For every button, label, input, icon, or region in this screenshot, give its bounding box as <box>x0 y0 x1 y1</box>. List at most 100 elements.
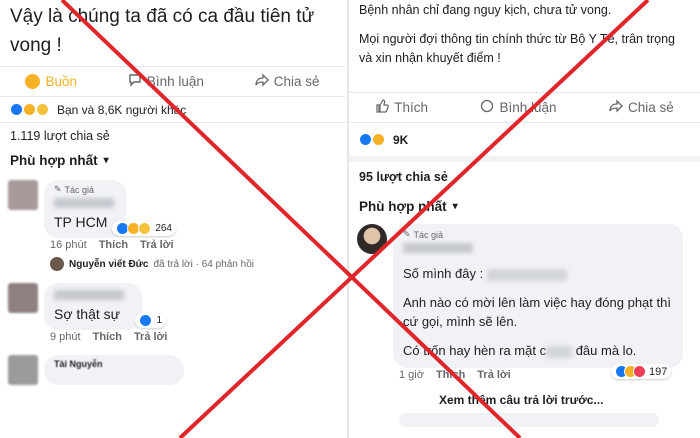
blurred-author-name <box>54 195 116 213</box>
share-label: Chia sẻ <box>627 100 674 115</box>
reply-link[interactable]: Trả lời <box>140 239 174 251</box>
avatar <box>50 257 64 271</box>
comment-line3: Có trốn hay hèn ra mặt c đâu mà lo. <box>403 341 673 360</box>
author-tag-label: Tác giả <box>413 229 444 240</box>
comment-meta: 16 phút Thích Trả lời <box>44 238 174 251</box>
reply-count: đã trả lời · 64 phản hồi <box>153 258 254 270</box>
author-badge: ✎ Tác giả <box>54 184 116 195</box>
left-post-screenshot: Vậy là chúng ta đã có ca đầu tiên tử von… <box>0 0 345 438</box>
like-label: Thích <box>394 100 428 115</box>
share-count[interactable]: 95 lượt chia sẻ <box>349 156 700 192</box>
share-icon <box>609 99 623 116</box>
comment-icon <box>480 99 494 116</box>
reply-link[interactable]: Trả lời <box>134 331 168 343</box>
reply-link[interactable]: Trả lời <box>477 369 511 381</box>
comment-icon <box>128 73 142 90</box>
comment-meta: 9 phút Thích Trả lời <box>44 330 167 343</box>
reply-author: Nguyễn viết Đức <box>69 258 149 270</box>
post-text-line2: Mọi người đợi thông tin chính thức từ Bộ… <box>359 32 675 65</box>
react-label: Buồn <box>45 74 77 89</box>
sad-emoji-icon <box>25 74 41 89</box>
sad-emoji-icon <box>23 103 36 116</box>
comment-button[interactable]: Bình luận <box>480 99 557 116</box>
author-name-text: Tài Nguyễn <box>54 359 103 369</box>
reactions-summary[interactable]: Bạn và 8,6K người khác <box>0 96 345 122</box>
comment-item: ✎ Tác giả TP HCM 264 16 phút Thích Trả l… <box>0 176 345 255</box>
comment-reaction-count: 197 <box>649 365 668 378</box>
avatar[interactable] <box>8 180 38 210</box>
more-replies-link[interactable]: Xem thêm câu trả lời trước... <box>349 385 700 407</box>
comment-text: đâu mà lo. <box>575 343 637 358</box>
reply-summary[interactable]: Nguyễn viết Đức đã trả lời · 64 phản hồi <box>0 255 345 273</box>
post-text: Vậy là chúng ta đã có ca đầu tiên tử von… <box>10 6 315 56</box>
share-count-text: 1.119 lượt chia sẻ <box>10 128 110 143</box>
comment-text: Có trốn hay hèn ra mặt c <box>403 343 547 358</box>
comment-meta: 1 giờ Thích Trả lời 197 <box>393 364 683 381</box>
share-count-text: 95 lượt chia sẻ <box>359 170 448 184</box>
post-actions: Thích Bình luận Chia sẻ <box>349 92 700 122</box>
comment-sort-dropdown[interactable]: Phù hợp nhất ▾ <box>0 148 345 172</box>
share-button[interactable]: Chia sẻ <box>255 73 320 90</box>
comment-item: Tài Nguyễn <box>0 351 345 389</box>
comment-sort-dropdown[interactable]: Phù hợp nhất ▾ <box>349 192 700 220</box>
share-icon <box>255 73 269 90</box>
comment-button[interactable]: Bình luận <box>128 73 204 90</box>
comment-time: 16 phút <box>50 239 87 251</box>
wow-emoji-icon <box>138 222 152 235</box>
right-post-screenshot: Bệnh nhân chỉ đang nguy kịch, chưa tử vo… <box>347 0 700 438</box>
next-comment-stub <box>399 413 659 427</box>
redacted-word <box>546 345 573 358</box>
chevron-down-icon: ▾ <box>452 200 458 212</box>
share-button[interactable]: Chia sẻ <box>609 99 674 116</box>
like-link[interactable]: Thích <box>436 369 465 381</box>
post-text-line1: Bệnh nhân chỉ đang nguy kịch, chưa tử vo… <box>359 3 612 17</box>
comment-item: ✎ Tác giả Số mình đây : Anh nào có mời l… <box>349 220 700 385</box>
comment-line1: Số mình đây : <box>403 264 673 283</box>
author-tag-label: Tác giả <box>64 184 95 195</box>
chevron-down-icon: ▾ <box>103 154 109 166</box>
pencil-icon: ✎ <box>54 184 62 194</box>
comment-reaction-count: 264 <box>155 223 172 234</box>
comment-reaction-count: 1 <box>156 315 162 326</box>
comment-text: Số mình đây : <box>403 266 484 281</box>
comment-bubble: ✎ Tác giả Số mình đây : Anh nào có mời l… <box>393 224 683 368</box>
like-emoji-icon <box>139 314 153 327</box>
share-label: Chia sẻ <box>273 74 320 89</box>
like-emoji-icon <box>359 133 372 146</box>
blurred-author-name <box>54 287 132 305</box>
post-actions: Buồn Bình luận Chia sẻ <box>0 66 345 96</box>
comment-reactions[interactable]: 197 <box>611 364 672 379</box>
like-link[interactable]: Thích <box>93 331 122 343</box>
comment-text: TP HCM <box>54 214 108 230</box>
redacted-phone <box>486 268 567 281</box>
comment-label: Bình luận <box>499 100 557 115</box>
avatar[interactable] <box>357 224 387 254</box>
comment-time: 9 phút <box>50 331 81 343</box>
thumbs-up-icon <box>375 99 390 116</box>
sort-label: Phù hợp nhất <box>359 198 447 214</box>
avatar[interactable] <box>8 355 38 385</box>
like-emoji-icon <box>10 103 23 116</box>
comment-bubble: Sợ thật sự 1 <box>44 283 166 330</box>
comment-reactions[interactable]: 1 <box>135 313 166 328</box>
comment-bubble: ✎ Tác giả TP HCM 264 <box>44 180 176 238</box>
comment-item: Sợ thật sự 1 9 phút Thích Trả lời <box>0 279 345 347</box>
comment-text: Sợ thật sự <box>54 306 121 322</box>
wow-emoji-icon <box>36 103 49 116</box>
reactions-summary[interactable]: 9K <box>349 122 700 156</box>
comment-time: 1 giờ <box>399 369 424 381</box>
sort-label: Phù hợp nhất <box>10 152 98 168</box>
like-link[interactable]: Thích <box>99 239 128 251</box>
haha-emoji-icon <box>372 133 385 146</box>
comment-bubble: Tài Nguyễn <box>44 355 184 385</box>
share-count[interactable]: 1.119 lượt chia sẻ <box>0 122 345 148</box>
pencil-icon: ✎ <box>403 229 411 239</box>
love-emoji-icon <box>633 365 646 378</box>
avatar[interactable] <box>8 283 38 313</box>
blurred-author-name <box>403 240 673 258</box>
react-button[interactable]: Buồn <box>25 74 77 89</box>
like-button[interactable]: Thích <box>375 99 428 116</box>
comment-text: Anh nào có mời lên làm việc hay đóng phạ… <box>403 295 671 329</box>
comment-reactions[interactable]: 264 <box>112 221 176 236</box>
reactions-count: 9K <box>393 132 409 147</box>
